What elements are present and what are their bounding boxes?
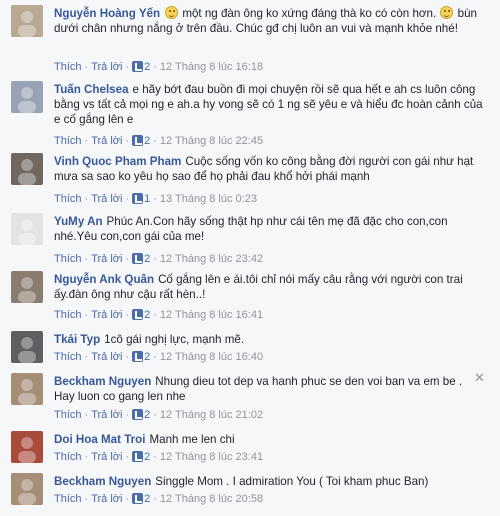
avatar-image: [11, 331, 43, 363]
avatar[interactable]: [11, 271, 43, 303]
comment-timestamp[interactable]: 12 Tháng 8 lúc 21:02: [160, 409, 263, 421]
thumbs-up-icon: [132, 309, 144, 320]
like-count[interactable]: 1: [132, 193, 150, 205]
comment-body: Beckham Nguyen Nhung dieu tot dep va hanh…: [54, 374, 484, 404]
comment-body: Nguyễn Ank Quân Cố gắng lên e ái.tôi chỉ …: [54, 272, 484, 302]
comment-timestamp[interactable]: 12 Tháng 8 lúc 22:45: [160, 135, 263, 147]
reply-link[interactable]: Trả lời: [91, 351, 122, 363]
like-count[interactable]: 2: [132, 409, 150, 421]
comment-author[interactable]: Doi Hoa Mat Troi: [54, 433, 145, 446]
reply-link[interactable]: Trả lời: [91, 253, 122, 265]
avatar[interactable]: [11, 473, 43, 505]
comment-actions: Thích · Trả lời · 2 · 12 Tháng 8 lúc 16:40: [54, 351, 264, 363]
thumbs-up-icon: [132, 135, 144, 146]
comment-timestamp[interactable]: 12 Tháng 8 lúc 16:40: [160, 351, 263, 363]
comment-author[interactable]: Beckham Nguyen: [54, 475, 151, 488]
thumbs-up-icon: [132, 493, 144, 504]
like-link[interactable]: Thích: [54, 61, 82, 73]
avatar[interactable]: [11, 331, 43, 363]
avatar-image: [11, 5, 43, 37]
avatar-image: [11, 431, 43, 463]
comment-author[interactable]: Tuấn Chelsea: [54, 83, 129, 96]
comment-actions: Thích · Trả lời · 2 · 12 Tháng 8 lúc 23:41: [54, 451, 264, 463]
avatar[interactable]: [11, 213, 43, 245]
like-link[interactable]: Thích: [54, 253, 82, 265]
comment-timestamp[interactable]: 13 Tháng 8 lúc 0:23: [160, 193, 257, 205]
comment-timestamp[interactable]: 12 Tháng 8 lúc 20:58: [160, 493, 263, 505]
thumbs-up-icon: [132, 409, 144, 420]
comment-author[interactable]: YuMy An: [54, 215, 103, 228]
like-link[interactable]: Thích: [54, 451, 82, 463]
comment-text: Manh me len chi: [149, 433, 235, 446]
comment-timestamp[interactable]: 12 Tháng 8 lúc 23:42: [160, 253, 263, 265]
comment-actions: Thích · Trả lời · 2 · 12 Tháng 8 lúc 22:45: [54, 135, 264, 147]
avatar-image: [11, 271, 43, 303]
like-count[interactable]: 2: [132, 451, 150, 463]
avatar-image: [11, 81, 43, 113]
comment-body: Tuấn Chelsea e hãy bớt đau buồn đi mọi ch…: [54, 82, 484, 127]
comment-actions: Thích · Trả lời · 1 · 13 Tháng 8 lúc 0:23: [54, 193, 257, 205]
avatar[interactable]: [11, 153, 43, 185]
close-icon[interactable]: ✕: [474, 370, 485, 386]
comment-body: Nguyễn Hoàng Yến một ng đàn ông ko xứng …: [54, 6, 484, 36]
smile-emoticon-icon: [165, 6, 179, 19]
comment-actions: Thích · Trả lời · 2 · 12 Tháng 8 lúc 20:58: [54, 493, 264, 505]
thumbs-up-icon: [132, 351, 144, 362]
comment-timestamp[interactable]: 12 Tháng 8 lúc 23:41: [160, 451, 263, 463]
comment-timestamp[interactable]: 12 Tháng 8 lúc 16:41: [160, 309, 263, 321]
like-link[interactable]: Thích: [54, 193, 82, 205]
comment-actions: Thích · Trả lời · 2 · 12 Tháng 8 lúc 16:41: [54, 309, 264, 321]
thumbs-up-icon: [132, 253, 144, 264]
like-link[interactable]: Thích: [54, 409, 82, 421]
reply-link[interactable]: Trả lời: [91, 309, 122, 321]
comment-body: Vinh Quoc Pham Pham Cuộc sống vốn ko công…: [54, 154, 484, 184]
comment-body: Doi Hoa Mat Troi Manh me len chi: [54, 432, 484, 447]
like-count[interactable]: 2: [132, 309, 150, 321]
thumbs-up-icon: [132, 451, 144, 462]
comment-actions: Thích · Trả lời · 2 · 12 Tháng 8 lúc 16:18: [54, 61, 264, 73]
avatar-image: [11, 373, 43, 405]
comment-actions: Thích · Trả lời · 2 · 12 Tháng 8 lúc 21:02: [54, 409, 264, 421]
comment-author[interactable]: Nguyễn Ank Quân: [54, 273, 154, 286]
like-count[interactable]: 2: [132, 351, 150, 363]
comment-text: Singgle Mom . I admiration You ( Toi kha…: [155, 475, 429, 488]
avatar[interactable]: [11, 81, 43, 113]
reply-link[interactable]: Trả lời: [91, 451, 122, 463]
avatar[interactable]: [11, 5, 43, 37]
avatar-image: [11, 473, 43, 505]
comment-feed: Nguyễn Hoàng Yến một ng đàn ông ko xứng …: [0, 0, 500, 516]
like-link[interactable]: Thích: [54, 135, 82, 147]
comment-author[interactable]: Tkái Typ: [54, 333, 100, 346]
comment-body: Tkái Typ 1cô gái nghị lực, mạnh mẽ.: [54, 332, 484, 347]
reply-link[interactable]: Trả lời: [91, 193, 122, 205]
comment-timestamp[interactable]: 12 Tháng 8 lúc 16:18: [160, 61, 263, 73]
like-link[interactable]: Thích: [54, 309, 82, 321]
like-count[interactable]: 2: [132, 493, 150, 505]
avatar[interactable]: [11, 431, 43, 463]
comment-author[interactable]: Beckham Nguyen: [54, 375, 151, 388]
thumbs-up-icon: [132, 193, 144, 204]
comment-author[interactable]: Nguyễn Hoàng Yến: [54, 7, 160, 20]
comment-author[interactable]: Vinh Quoc Pham Pham: [54, 155, 181, 168]
thumbs-up-icon: [132, 61, 144, 72]
reply-link[interactable]: Trả lời: [91, 135, 122, 147]
like-link[interactable]: Thích: [54, 493, 82, 505]
reply-link[interactable]: Trả lời: [91, 409, 122, 421]
like-link[interactable]: Thích: [54, 351, 82, 363]
reply-link[interactable]: Trả lời: [91, 61, 122, 73]
like-count[interactable]: 2: [132, 253, 150, 265]
comment-text: Phúc An.Con hãy sống thật hp như cái tên…: [54, 215, 448, 243]
avatar-image: [11, 153, 43, 185]
comment-text: một ng đàn ông ko xứng đáng thà ko có cò…: [182, 7, 437, 20]
like-count[interactable]: 2: [132, 135, 150, 147]
smile-emoticon-icon: [440, 6, 454, 19]
reply-link[interactable]: Trả lời: [91, 493, 122, 505]
comment-body: YuMy An Phúc An.Con hãy sống thật hp như …: [54, 214, 484, 244]
comment-text: 1cô gái nghị lực, mạnh mẽ.: [104, 333, 245, 346]
like-count[interactable]: 2: [132, 61, 150, 73]
comment-actions: Thích · Trả lời · 2 · 12 Tháng 8 lúc 23:42: [54, 253, 264, 265]
avatar[interactable]: [11, 373, 43, 405]
avatar-image: [11, 213, 43, 245]
comment-body: Beckham Nguyen Singgle Mom . I admiration…: [54, 474, 484, 489]
